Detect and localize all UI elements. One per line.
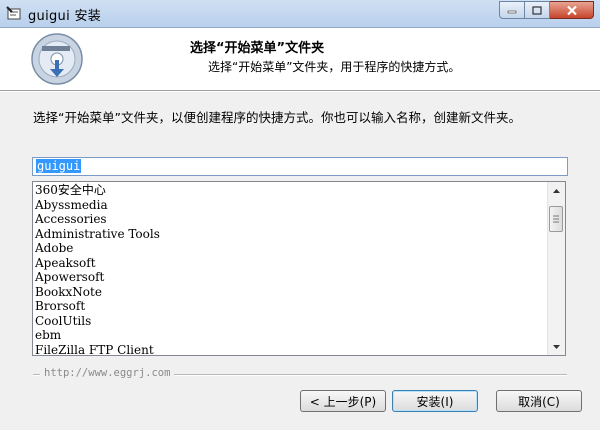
minimize-icon [507,10,517,14]
list-item[interactable]: Accessories [35,212,160,227]
cancel-button[interactable]: 取消(C) [496,390,582,412]
list-item[interactable]: Adobe [35,241,160,256]
title-bar: guigui 安装 [0,0,600,28]
page-header: 选择“开始菜单”文件夹 选择“开始菜单”文件夹，用于程序的快捷方式。 [0,28,600,91]
close-button[interactable] [550,1,594,19]
branding-text: http://www.eggrj.com [40,367,175,379]
list-item[interactable]: 360安全中心 [35,183,160,198]
folder-list-items: 360安全中心 Abyssmedia Accessories Administrati… [35,183,160,356]
list-item[interactable]: FileZilla FTP Client [35,343,160,356]
maximize-button[interactable] [525,1,550,19]
list-item[interactable]: Apowersoft [35,270,160,285]
list-item[interactable]: ebm [35,328,160,343]
scroll-down-icon [553,344,560,349]
install-button[interactable]: 安装(I) [392,390,478,412]
minimize-button[interactable] [499,1,525,19]
scroll-up-button[interactable] [548,182,565,199]
scroll-thumb[interactable] [549,206,563,232]
list-item[interactable]: Administrative Tools [35,227,160,242]
window-title: guigui 安装 [28,9,102,24]
installer-icon [6,6,21,20]
maximize-icon [532,5,542,15]
instruction-text: 选择“开始菜单”文件夹，以便创建程序的快捷方式。你也可以输入名称，创建新文件夹。 [33,110,521,125]
list-item[interactable]: Brorsoft [35,299,160,314]
close-icon [566,5,577,15]
list-item[interactable]: BookxNote [35,285,160,300]
header-divider [0,91,600,92]
scroll-down-button[interactable] [548,338,565,355]
page-subtitle: 选择“开始菜单”文件夹，用于程序的快捷方式。 [208,60,461,74]
list-item[interactable]: CoolUtils [35,314,160,329]
list-item[interactable]: Abyssmedia [35,198,160,213]
installer-disc-icon [31,33,83,85]
start-menu-folder-list[interactable]: 360安全中心 Abyssmedia Accessories Administrati… [32,181,566,356]
list-scrollbar[interactable] [547,182,565,355]
start-menu-folder-input[interactable]: guigui [32,157,568,176]
back-button[interactable]: < 上一步(P) [300,390,386,412]
grip-icon [553,215,559,223]
scroll-up-icon [553,188,560,193]
page-heading: 选择“开始菜单”文件夹 [190,41,325,56]
list-item[interactable]: Apeaksoft [35,256,160,271]
folder-input-value: guigui [36,159,82,173]
